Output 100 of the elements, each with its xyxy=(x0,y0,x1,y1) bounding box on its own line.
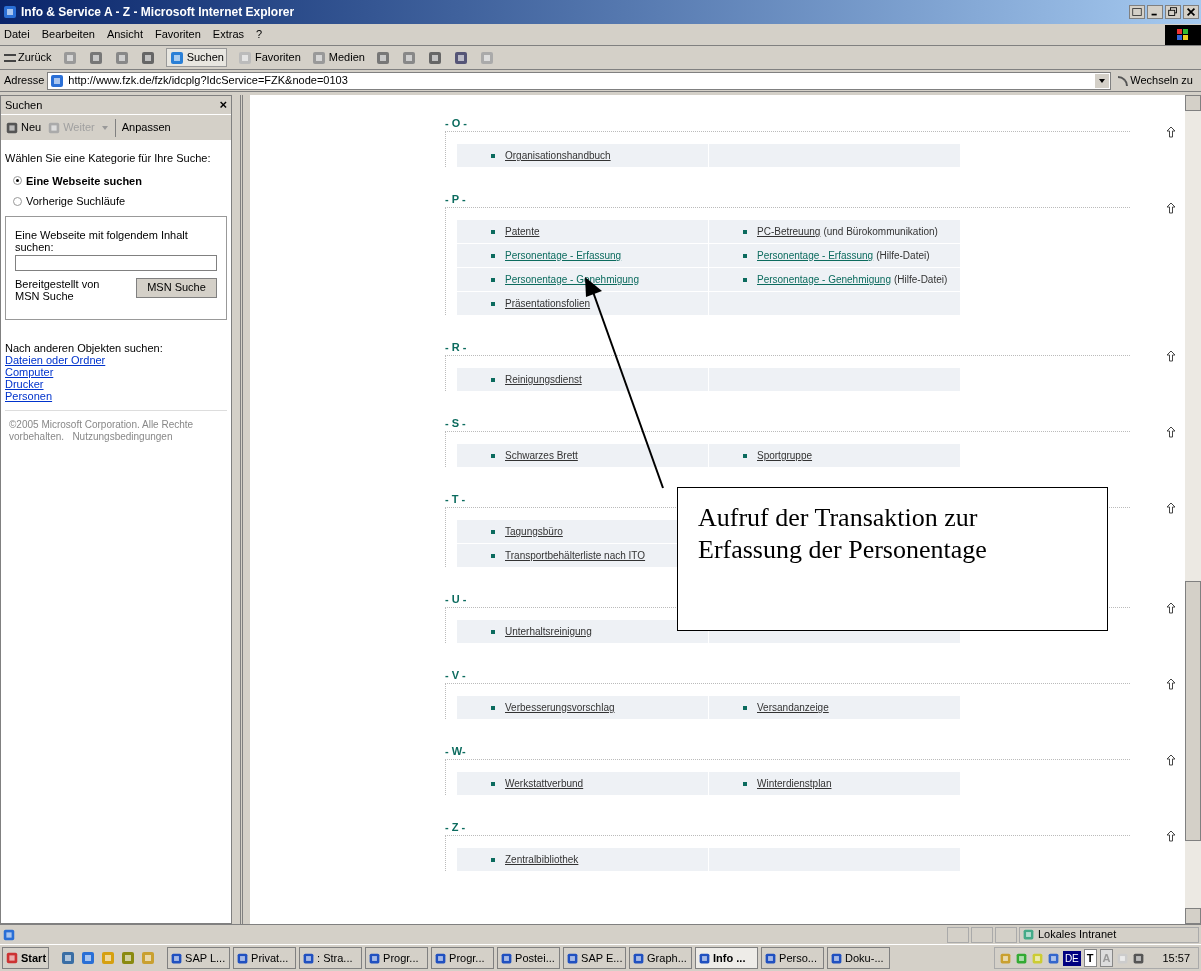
address-field[interactable]: http://www.fzk.de/fzk/idcplg?IdcService=FZK&node=0103 xyxy=(47,71,1112,90)
link[interactable]: Versandanzeige xyxy=(757,700,829,715)
section-letter: - V - xyxy=(445,667,466,683)
language-indicator[interactable]: DE xyxy=(1062,950,1081,966)
bullet-icon xyxy=(491,529,495,534)
menu-item[interactable]: ? xyxy=(256,26,263,43)
back-to-top-icon[interactable] xyxy=(1166,126,1176,138)
back-button[interactable]: Zurück xyxy=(4,49,52,66)
scroll-up-button[interactable] xyxy=(1185,95,1201,111)
menu-item[interactable]: Ansicht xyxy=(106,26,143,43)
bullet-icon xyxy=(491,153,495,158)
close-button[interactable]: × xyxy=(219,95,227,115)
link[interactable]: Präsentationsfolien xyxy=(505,296,591,311)
section-letter: - P - xyxy=(445,191,466,207)
prompt-text: Wählen Sie eine Kategorie für Ihre Suche: xyxy=(5,151,212,166)
link[interactable]: Patente xyxy=(505,224,540,239)
search-link[interactable]: Drucker xyxy=(5,377,44,390)
customize-button[interactable]: Anpassen xyxy=(121,119,171,136)
msn-search-button[interactable]: MSN Suche xyxy=(136,277,217,298)
menu-item[interactable]: Datei xyxy=(4,26,30,43)
link[interactable]: Werkstattverbund xyxy=(505,776,584,791)
bullet-icon xyxy=(743,253,747,258)
section-letter: - S - xyxy=(445,415,466,431)
bullet-icon xyxy=(491,277,495,282)
menu-item[interactable]: Favoriten xyxy=(155,26,201,43)
back-to-top-icon[interactable] xyxy=(1166,202,1176,214)
panel-title: Suchen xyxy=(5,97,43,113)
menu-item[interactable]: Extras xyxy=(212,26,245,43)
section-letter: - R - xyxy=(445,339,467,355)
back-to-top-icon[interactable] xyxy=(1166,426,1176,438)
windows-logo-icon xyxy=(1165,24,1201,45)
taskbar-button[interactable]: Perso... xyxy=(761,947,825,969)
link[interactable]: Personentage - Erfassung xyxy=(505,248,622,263)
scrollbar[interactable] xyxy=(1185,95,1201,924)
link[interactable]: Unterhaltsreinigung xyxy=(505,624,592,639)
link[interactable]: Verbesserungsvorschlag xyxy=(505,700,615,715)
taskbar-button[interactable]: Privat... xyxy=(233,947,297,969)
back-to-top-icon[interactable] xyxy=(1166,502,1176,514)
link[interactable]: Zentralbibliothek xyxy=(505,852,579,867)
search-field[interactable] xyxy=(15,254,217,271)
bullet-icon xyxy=(743,277,747,282)
restore-button[interactable] xyxy=(1165,5,1181,19)
back-to-top-icon[interactable] xyxy=(1166,350,1176,362)
bullet-icon xyxy=(491,781,495,786)
search-link[interactable]: Dateien oder Ordner xyxy=(5,353,106,366)
scroll-thumb[interactable] xyxy=(1185,581,1201,841)
bullet-icon xyxy=(743,781,747,786)
taskbar-button[interactable]: SAP L... xyxy=(167,947,231,969)
radio-label[interactable]: Vorherige Suchläufe xyxy=(26,193,126,210)
taskbar-button[interactable]: Postei... xyxy=(497,947,561,969)
close-button[interactable] xyxy=(1183,5,1199,19)
link[interactable]: Reinigungsdienst xyxy=(505,372,582,387)
bullet-icon xyxy=(491,553,495,558)
window-icon[interactable] xyxy=(1129,5,1145,19)
section-letter: - T - xyxy=(445,491,466,507)
link[interactable]: Tagungsbüro xyxy=(505,524,563,539)
start-button[interactable]: Start xyxy=(2,947,50,969)
link[interactable]: Personentage - Erfassung xyxy=(757,248,874,263)
scroll-down-button[interactable] xyxy=(1185,908,1201,924)
bullet-icon xyxy=(743,705,747,710)
taskbar-button[interactable]: Doku-... xyxy=(827,947,891,969)
link[interactable]: Schwarzes Brett xyxy=(505,448,578,463)
link[interactable]: Personentage - Genehmigung xyxy=(757,272,891,287)
radio-label[interactable]: Eine Webseite suchen xyxy=(26,172,142,189)
link[interactable]: Sportgruppe xyxy=(757,448,813,463)
zone-label: Lokales Intranet xyxy=(1038,927,1117,943)
bullet-icon xyxy=(491,705,495,710)
media-button[interactable]: Medien xyxy=(310,49,365,66)
taskbar-button[interactable]: Progr... xyxy=(431,947,495,969)
back-to-top-icon[interactable] xyxy=(1166,830,1176,842)
search-button[interactable]: Suchen xyxy=(165,48,227,67)
link[interactable]: Transportbehälterliste nach ITO xyxy=(505,548,646,563)
new-search-button[interactable]: Neu xyxy=(5,119,42,136)
link[interactable]: Organisationshandbuch xyxy=(505,148,611,163)
search-link[interactable]: Computer xyxy=(5,365,54,378)
link-note: (Hilfe-Datei) xyxy=(894,273,948,287)
bullet-icon xyxy=(491,229,495,234)
field-label: Eine Webseite mit folgendem Inhalt suchen: xyxy=(15,228,189,253)
back-to-top-icon[interactable] xyxy=(1166,602,1176,614)
search-link[interactable]: Personen xyxy=(5,389,53,402)
status-pane xyxy=(971,926,993,943)
taskbar-button[interactable]: Graph... xyxy=(629,947,693,969)
back-to-top-icon[interactable] xyxy=(1166,678,1176,690)
minimize-button[interactable] xyxy=(1147,5,1163,19)
link[interactable]: Winterdienstplan xyxy=(757,776,832,791)
dropdown-icon[interactable] xyxy=(1095,73,1110,88)
taskbar-button[interactable]: Info ... xyxy=(695,947,759,969)
favorites-button[interactable]: Favoriten xyxy=(236,49,301,66)
taskbar-button[interactable]: SAP E... xyxy=(563,947,627,969)
bullet-icon xyxy=(491,629,495,634)
tray-letter-icon[interactable]: T xyxy=(1083,948,1097,968)
taskbar-button[interactable]: : Stra... xyxy=(299,947,363,969)
bullet-icon xyxy=(491,253,495,258)
go-button[interactable]: Wechseln zu xyxy=(1114,72,1197,89)
other-search-label: Nach anderen Objekten suchen: xyxy=(5,341,164,354)
menu-item[interactable]: Bearbeiten xyxy=(41,26,95,43)
back-to-top-icon[interactable] xyxy=(1166,754,1176,766)
taskbar-button[interactable]: Progr... xyxy=(365,947,429,969)
clock: 15:57 xyxy=(1161,950,1191,966)
link[interactable]: PC-Betreuung xyxy=(757,224,821,239)
